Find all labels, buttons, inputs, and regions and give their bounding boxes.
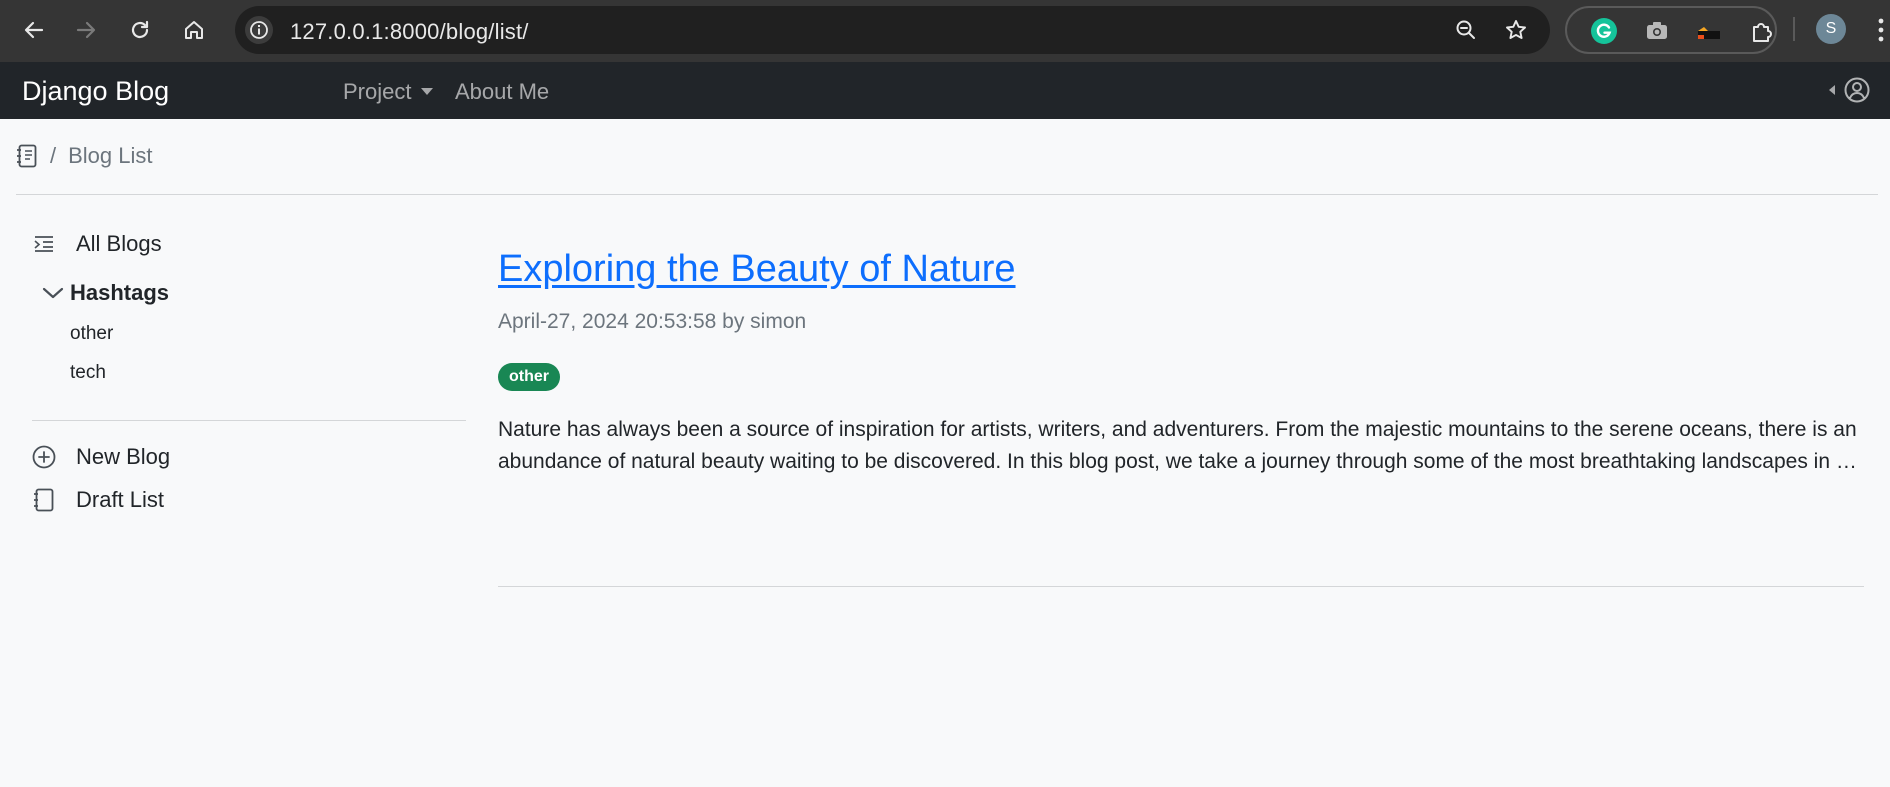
list-indent-icon (32, 232, 56, 256)
grammarly-icon (1591, 18, 1617, 44)
profile-avatar[interactable]: S (1816, 14, 1846, 44)
sidebar-item-all-blogs[interactable]: All Blogs (32, 231, 162, 257)
journal-icon (32, 488, 56, 512)
breadcrumb-current: Blog List (68, 143, 153, 168)
sidebar-item-label: All Blogs (76, 231, 162, 256)
nav-project-dropdown[interactable]: Project (343, 79, 434, 105)
browser-menu-button[interactable] (1876, 16, 1886, 44)
journal-icon[interactable] (16, 144, 38, 168)
sidebar-item-new-blog[interactable]: New Blog (32, 444, 170, 470)
post-title-link[interactable]: Exploring the Beauty of Nature (498, 248, 1016, 291)
zoom-out-icon (1456, 20, 1475, 39)
profile-initial: S (1825, 20, 1837, 37)
hashtags-label: Hashtags (70, 280, 170, 305)
caret-down-icon (421, 88, 434, 95)
sidebar-hashtag-tech[interactable]: tech (70, 362, 106, 384)
browser-toolbar: 127.0.0.1:8000/blog/list/ S (0, 0, 1890, 62)
site-navbar: Django Blog Project About Me (0, 62, 1890, 119)
breadcrumb-separator: / (50, 143, 57, 168)
post-tag-badge[interactable]: other (498, 363, 560, 391)
toolbar-divider (1793, 17, 1795, 41)
chevron-down-icon (42, 287, 64, 299)
brand-link[interactable]: Django Blog (22, 76, 169, 107)
sidebar-item-draft-list[interactable]: Draft List (32, 487, 164, 513)
breadcrumb: / Blog List (16, 143, 153, 169)
plus-circle-icon (32, 445, 56, 469)
grammarly-extension[interactable] (1589, 16, 1619, 46)
nav-about-me[interactable]: About Me (455, 79, 549, 105)
extensions-group (1565, 6, 1777, 54)
back-button[interactable] (14, 10, 54, 50)
post-divider (498, 586, 1864, 587)
breadcrumb-divider (16, 194, 1878, 195)
arrow-right-icon (76, 21, 96, 39)
site-info-button[interactable] (245, 16, 273, 44)
forward-button[interactable] (66, 10, 106, 50)
star-icon (1506, 20, 1526, 39)
sidebar-divider (32, 420, 466, 421)
color-extension[interactable] (1695, 16, 1725, 46)
info-icon (250, 21, 268, 39)
home-icon (185, 21, 203, 39)
puzzle-icon (1753, 23, 1772, 42)
brush-icon (1698, 27, 1720, 39)
reload-icon (131, 20, 149, 39)
hashtags-toggle[interactable]: Hashtags (42, 280, 169, 306)
camera-icon (1647, 22, 1667, 39)
reload-button[interactable] (120, 10, 160, 50)
caret-left-icon (1829, 85, 1835, 95)
address-bar[interactable]: 127.0.0.1:8000/blog/list/ (235, 6, 1550, 54)
more-vertical-icon (1878, 18, 1884, 42)
bookmark-button[interactable] (1500, 14, 1532, 46)
user-circle-icon (1844, 77, 1870, 103)
post-meta: April-27, 2024 20:53:58 by simon (498, 310, 807, 333)
sidebar-item-label: Draft List (76, 487, 165, 512)
url-text[interactable]: 127.0.0.1:8000/blog/list/ (290, 19, 529, 45)
user-menu-toggle[interactable] (1828, 77, 1870, 103)
sidebar-hashtag-other[interactable]: other (70, 323, 113, 345)
arrow-left-icon (24, 21, 44, 39)
home-button[interactable] (174, 10, 214, 50)
post-excerpt: Nature has always been a source of inspi… (498, 418, 1857, 473)
extensions-menu-button[interactable] (1747, 16, 1777, 46)
screenshot-extension[interactable] (1642, 16, 1672, 46)
sidebar-item-label: New Blog (76, 444, 171, 469)
zoom-button[interactable] (1450, 14, 1482, 46)
nav-project-label: Project (343, 79, 412, 104)
